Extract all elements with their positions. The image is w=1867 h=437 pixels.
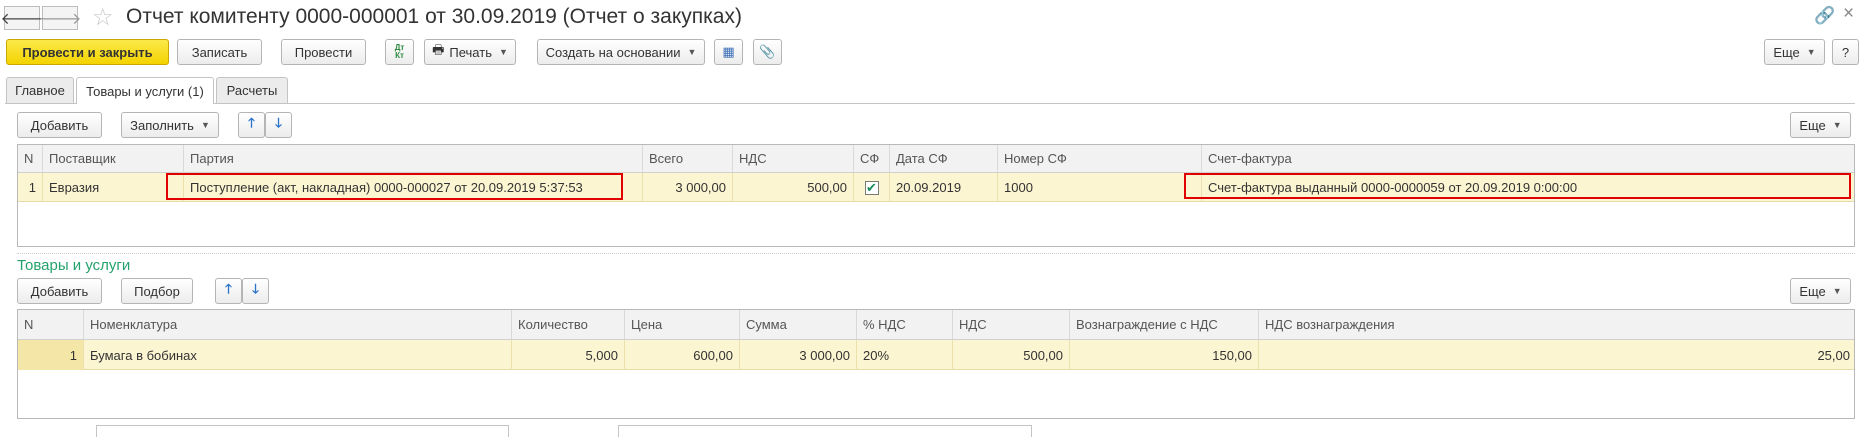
- goods-add-button[interactable]: Добавить: [17, 278, 102, 304]
- goods-move-up-button[interactable]: 🡑: [215, 278, 242, 304]
- back-button[interactable]: 🡐: [1, 6, 43, 30]
- attach-button[interactable]: 📎: [753, 39, 782, 65]
- table-row[interactable]: 1 Бумага в бобинах 5,000 600,00 3 000,00…: [18, 340, 1854, 370]
- column-header-item[interactable]: Номенклатура: [84, 310, 512, 340]
- save-button[interactable]: Записать: [177, 39, 262, 65]
- cell-vat-rate[interactable]: 20%: [857, 340, 953, 370]
- forward-button[interactable]: 🡒: [39, 6, 81, 30]
- goods-pick-button[interactable]: Подбор: [121, 278, 193, 304]
- post-and-close-button[interactable]: Провести и закрыть: [6, 39, 169, 65]
- column-header-vat-rate[interactable]: % НДС: [857, 310, 953, 340]
- arrow-down-icon: 🡓: [252, 281, 259, 296]
- arrow-left-icon: 🡐: [0, 10, 44, 28]
- column-header-vat[interactable]: НДС: [953, 310, 1070, 340]
- more-label: Еще: [1799, 117, 1826, 133]
- print-button[interactable]: 🖶 Печать ▼: [424, 39, 516, 65]
- create-based-on-label: Создать на основании: [545, 44, 681, 60]
- cell-supplier[interactable]: Евразия: [43, 173, 184, 202]
- cell-fee-vat[interactable]: 25,00: [1259, 340, 1854, 370]
- goods-more-button[interactable]: Еще ▼: [1790, 278, 1851, 304]
- cell-sum[interactable]: 3 000,00: [740, 340, 857, 370]
- column-header-qty[interactable]: Количество: [512, 310, 625, 340]
- cell-price[interactable]: 600,00: [625, 340, 740, 370]
- batches-add-button[interactable]: Добавить: [17, 112, 102, 138]
- chevron-down-icon: ▼: [1806, 47, 1816, 57]
- cell-item[interactable]: Бумага в бобинах: [84, 340, 512, 370]
- printer-icon: 🖶: [432, 42, 445, 57]
- post-button[interactable]: Провести: [281, 39, 366, 65]
- batches-fill-button[interactable]: Заполнить ▼: [121, 112, 219, 138]
- chevron-down-icon: ▼: [200, 120, 210, 130]
- cell-fee[interactable]: 150,00: [1070, 340, 1259, 370]
- paperclip-icon: 📎: [759, 44, 776, 59]
- column-header-sf-number[interactable]: Номер СФ: [998, 145, 1202, 173]
- batches-move-down-button[interactable]: 🡓: [265, 112, 292, 138]
- cell-sf-date[interactable]: 20.09.2019: [890, 173, 998, 202]
- column-header-fee[interactable]: Вознаграждение с НДС: [1070, 310, 1259, 340]
- column-header-sum[interactable]: Сумма: [740, 310, 857, 340]
- batches-move-up-button[interactable]: 🡑: [238, 112, 265, 138]
- column-header-n[interactable]: N: [18, 145, 43, 173]
- batches-more-button[interactable]: Еще ▼: [1790, 112, 1851, 138]
- cell-qty[interactable]: 5,000: [512, 340, 625, 370]
- goods-table: N Номенклатура Количество Цена Сумма % Н…: [17, 309, 1855, 419]
- cell-sf-number[interactable]: 1000: [998, 173, 1202, 202]
- column-header-sf-date[interactable]: Дата СФ: [890, 145, 998, 173]
- tab-goods-services[interactable]: Товары и услуги (1): [76, 77, 214, 104]
- chevron-down-icon: ▼: [1832, 120, 1842, 130]
- column-header-fee-vat[interactable]: НДС вознаграждения: [1259, 310, 1854, 340]
- column-header-batch[interactable]: Партия: [184, 145, 643, 173]
- window-title: Отчет комитенту 0000-000001 от 30.09.201…: [126, 5, 742, 28]
- arrow-up-icon: 🡑: [248, 115, 255, 130]
- dt-kt-button[interactable]: Дт Кт: [385, 39, 414, 65]
- chevron-down-icon: ▼: [498, 47, 508, 57]
- structure-button[interactable]: ▦: [714, 39, 743, 65]
- arrow-down-icon: 🡓: [275, 115, 282, 130]
- chevron-down-icon: ▼: [687, 47, 697, 57]
- column-header-total[interactable]: Всего: [643, 145, 733, 173]
- column-header-vat[interactable]: НДС: [733, 145, 854, 173]
- cell-n: 1: [18, 173, 43, 202]
- link-icon[interactable]: 🔗: [1814, 6, 1835, 26]
- fill-label: Заполнить: [130, 117, 194, 133]
- footer-field-right[interactable]: [618, 425, 1032, 437]
- goods-section-title: Товары и услуги: [17, 257, 131, 274]
- tab-settlements[interactable]: Расчеты: [216, 77, 288, 103]
- column-header-supplier[interactable]: Поставщик: [43, 145, 184, 173]
- favorite-star-icon[interactable]: ☆: [92, 3, 114, 32]
- footer-field-left[interactable]: [96, 425, 509, 437]
- highlight-invoice-marker: [1184, 173, 1851, 199]
- column-header-invoice[interactable]: Счет-фактура: [1202, 145, 1854, 173]
- sf-checkbox[interactable]: ✔: [864, 179, 879, 195]
- close-icon[interactable]: ×: [1843, 3, 1854, 25]
- cell-n: 1: [18, 340, 84, 370]
- tab-main[interactable]: Главное: [6, 77, 74, 103]
- arrow-up-icon: 🡑: [225, 281, 232, 296]
- dt-kt-icon: Дт Кт: [394, 43, 405, 60]
- column-header-sf[interactable]: СФ: [854, 145, 890, 173]
- tab-divider: [5, 103, 1855, 104]
- chevron-down-icon: ▼: [1832, 286, 1842, 296]
- column-header-price[interactable]: Цена: [625, 310, 740, 340]
- section-divider: [17, 253, 1855, 254]
- create-based-on-button[interactable]: Создать на основании ▼: [537, 39, 705, 65]
- cell-total[interactable]: 3 000,00: [643, 173, 733, 202]
- highlight-batch-marker: [166, 173, 623, 200]
- cell-sf[interactable]: ✔: [854, 173, 890, 202]
- column-header-n[interactable]: N: [18, 310, 84, 340]
- help-button[interactable]: ?: [1832, 39, 1859, 65]
- more-button[interactable]: Еще ▼: [1764, 39, 1825, 65]
- more-label: Еще: [1773, 44, 1800, 60]
- cell-vat[interactable]: 500,00: [953, 340, 1070, 370]
- print-label: Печать: [449, 44, 492, 60]
- checkmark-icon: ✔: [866, 179, 877, 195]
- structure-icon: ▦: [722, 44, 735, 59]
- goods-move-down-button[interactable]: 🡓: [242, 278, 269, 304]
- more-label: Еще: [1799, 283, 1826, 299]
- cell-vat[interactable]: 500,00: [733, 173, 854, 202]
- arrow-right-icon: 🡒: [38, 10, 82, 28]
